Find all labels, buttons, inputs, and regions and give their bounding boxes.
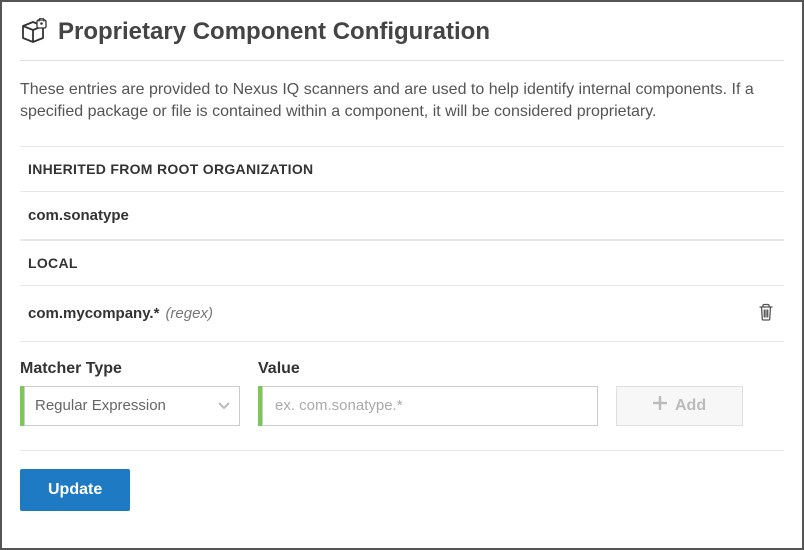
add-button-label: Add bbox=[675, 397, 706, 415]
value-input[interactable] bbox=[262, 386, 598, 426]
panel-title: Proprietary Component Configuration bbox=[58, 18, 490, 46]
list-item: com.sonatype bbox=[20, 192, 784, 240]
plus-icon bbox=[653, 396, 667, 415]
panel-footer: Update bbox=[20, 451, 784, 511]
value-label: Value bbox=[258, 360, 598, 378]
entry-regex-label: (regex) bbox=[165, 305, 213, 322]
entry-value: com.mycompany.* bbox=[28, 305, 159, 322]
matcher-type-select[interactable]: Regular Expression bbox=[24, 386, 240, 426]
trash-icon bbox=[758, 309, 774, 324]
add-matcher-form: Matcher Type Regular Expression Value Ad… bbox=[20, 342, 784, 451]
panel-description: These entries are provided to Nexus IQ s… bbox=[20, 61, 784, 146]
update-button-label: Update bbox=[48, 481, 102, 498]
update-button[interactable]: Update bbox=[20, 469, 130, 511]
entry-value: com.sonatype bbox=[28, 207, 129, 224]
local-section-header: LOCAL bbox=[20, 240, 784, 286]
inherited-section-header: INHERITED FROM ROOT ORGANIZATION bbox=[20, 146, 784, 192]
panel-header: Proprietary Component Configuration bbox=[20, 18, 784, 61]
add-button[interactable]: Add bbox=[616, 386, 743, 426]
list-item: com.mycompany.* (regex) bbox=[20, 286, 784, 342]
delete-button[interactable] bbox=[756, 301, 776, 326]
box-lock-icon bbox=[20, 18, 48, 46]
matcher-type-label: Matcher Type bbox=[20, 360, 240, 378]
